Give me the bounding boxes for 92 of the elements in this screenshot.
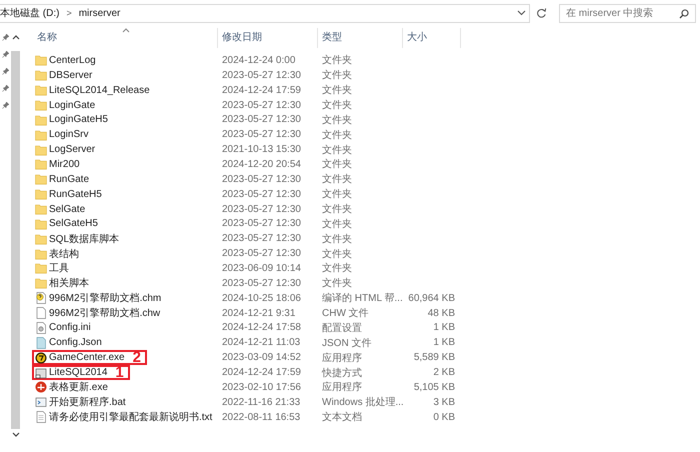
modified-date: 2024-12-24 17:58: [221, 322, 302, 334]
file-name[interactable]: LogServer: [49, 144, 96, 156]
file-name[interactable]: LoginGateH5: [49, 114, 108, 126]
file-type: 文件夹: [321, 114, 353, 127]
file-type: 文件夹: [321, 128, 353, 142]
modified-date: 2023-05-27 12:30: [221, 188, 302, 200]
file-type: 文件夹: [321, 68, 353, 82]
file-name[interactable]: LoginGate: [49, 100, 96, 110]
modified-date: 2022-11-16 21:33: [221, 396, 302, 408]
file-type: 文件夹: [321, 248, 353, 261]
file-name[interactable]: LoginSrv: [49, 129, 88, 140]
file-type: 文件夹: [321, 54, 353, 68]
file-name[interactable]: SelGateH5: [49, 218, 98, 230]
file-type: 文件夹: [321, 188, 353, 202]
file-name[interactable]: Config.ini: [49, 322, 91, 334]
column-header[interactable]: 大小: [403, 28, 461, 48]
file-name[interactable]: DBServer: [49, 70, 92, 81]
file-type: 文件夹: [321, 202, 353, 216]
file-type: 快捷方式: [320, 366, 363, 380]
file-type: 文件夹: [321, 144, 353, 157]
file-type: 应用程序: [321, 352, 363, 365]
file-name[interactable]: Config.Json: [49, 337, 102, 348]
modified-date: 2023-02-10 17:56: [221, 382, 302, 393]
modified-date: 2022-08-11 16:53: [221, 412, 302, 423]
file-size: 1 KB: [432, 337, 455, 348]
file-type: 应用程序: [321, 380, 363, 394]
file-type: 文件夹: [321, 218, 353, 231]
file-name[interactable]: 996M2引擎帮助文档.chm: [49, 291, 162, 306]
file-type: 文件夹: [321, 98, 353, 112]
file-name[interactable]: GameCenter.exe: [49, 352, 125, 364]
file-name[interactable]: 996M2引擎帮助文档.chw: [49, 306, 160, 320]
file-type: 文件夹: [321, 84, 353, 98]
column-header[interactable]: 名称: [35, 28, 218, 48]
modified-date: 2023-05-27 12:30: [221, 218, 302, 230]
modified-date: 2023-05-27 12:30: [221, 100, 302, 110]
file-type: 文件夹: [321, 158, 353, 172]
file-type: 文件夹: [321, 172, 353, 186]
search-field[interactable]: 在 mirserver 中搜索: [559, 4, 696, 22]
breadcrumb[interactable]: 本地磁盘 (D:): [0, 6, 60, 20]
file-name[interactable]: RunGateH5: [49, 188, 102, 200]
file-size: 0 KB: [432, 412, 455, 423]
file-type: 配置设置: [321, 322, 363, 335]
modified-date: 2023-05-27 12:30: [221, 233, 302, 244]
modified-date: 2023-05-27 12:30: [221, 278, 302, 289]
modified-date: 2024-12-21 11:03: [221, 337, 302, 348]
file-name[interactable]: 相关脚本: [49, 276, 89, 290]
file-name[interactable]: 表结构: [49, 246, 79, 261]
file-type: JSON 文件: [321, 336, 372, 350]
modified-date: 2024-12-24 0:00: [221, 54, 296, 66]
modified-date: 2024-12-24 17:59: [221, 367, 302, 378]
file-name[interactable]: RunGate: [49, 174, 90, 185]
file-type: 文本文档: [321, 410, 363, 424]
column-header[interactable]: 类型: [318, 28, 403, 48]
modified-date: 2023-05-27 12:30: [221, 70, 302, 81]
file-size: 5,105 KB: [412, 382, 455, 393]
modified-date: 2023-06-09 10:14: [221, 262, 302, 274]
file-type: 文件夹: [321, 262, 353, 276]
file-name[interactable]: Mir200: [49, 158, 80, 170]
file-name[interactable]: LiteSQL2014_Release: [49, 84, 150, 96]
modified-date: 2023-05-27 12:30: [221, 248, 302, 260]
modified-date: 2021-10-13 15:30: [221, 144, 302, 156]
callout-number: 2: [132, 350, 141, 365]
file-type: 编译的 HTML 帮...: [321, 292, 400, 306]
breadcrumb[interactable]: mirserver: [78, 8, 120, 18]
column-header[interactable]: 修改日期: [218, 28, 318, 48]
file-name[interactable]: LiteSQL2014: [49, 367, 108, 378]
file-name[interactable]: SelGate: [49, 204, 86, 215]
modified-date: 2023-05-27 12:30: [221, 114, 302, 126]
modified-date: 2024-12-20 20:54: [221, 158, 302, 170]
file-name[interactable]: 请务必使用引擎最配套最新说明书.txt: [49, 410, 212, 424]
modified-date: 2024-12-24 17:59: [221, 84, 302, 96]
file-size: 2 KB: [432, 367, 455, 378]
file-name[interactable]: CenterLog: [49, 54, 96, 66]
file-size: 48 KB: [426, 308, 455, 319]
modified-date: 2024-12-21 9:31: [221, 308, 296, 319]
file-type: CHW 文件: [321, 306, 370, 320]
modified-date: 2023-05-27 12:30: [221, 204, 302, 215]
file-size: 1 KB: [432, 322, 455, 334]
file-name[interactable]: SQL数据库脚本: [49, 232, 120, 246]
file-type: 文件夹: [321, 232, 353, 246]
modified-date: 2023-05-27 12:30: [221, 174, 302, 185]
address-bar[interactable]: 本地磁盘 (D:) > mirserver: [0, 4, 530, 22]
file-name[interactable]: 表格更新.exe: [49, 380, 108, 394]
file-name[interactable]: 工具: [49, 261, 69, 276]
modified-date: 2024-10-25 18:06: [221, 292, 302, 304]
file-type: 文件夹: [321, 276, 353, 290]
callout-number: 1: [115, 366, 124, 380]
modified-date: 2023-03-09 14:52: [221, 352, 302, 364]
breadcrumb-separator: >: [66, 8, 72, 18]
file-name[interactable]: 开始更新程序.bat: [49, 395, 126, 410]
modified-date: 2023-05-27 12:30: [221, 129, 302, 140]
file-size: 5,589 KB: [412, 352, 455, 364]
